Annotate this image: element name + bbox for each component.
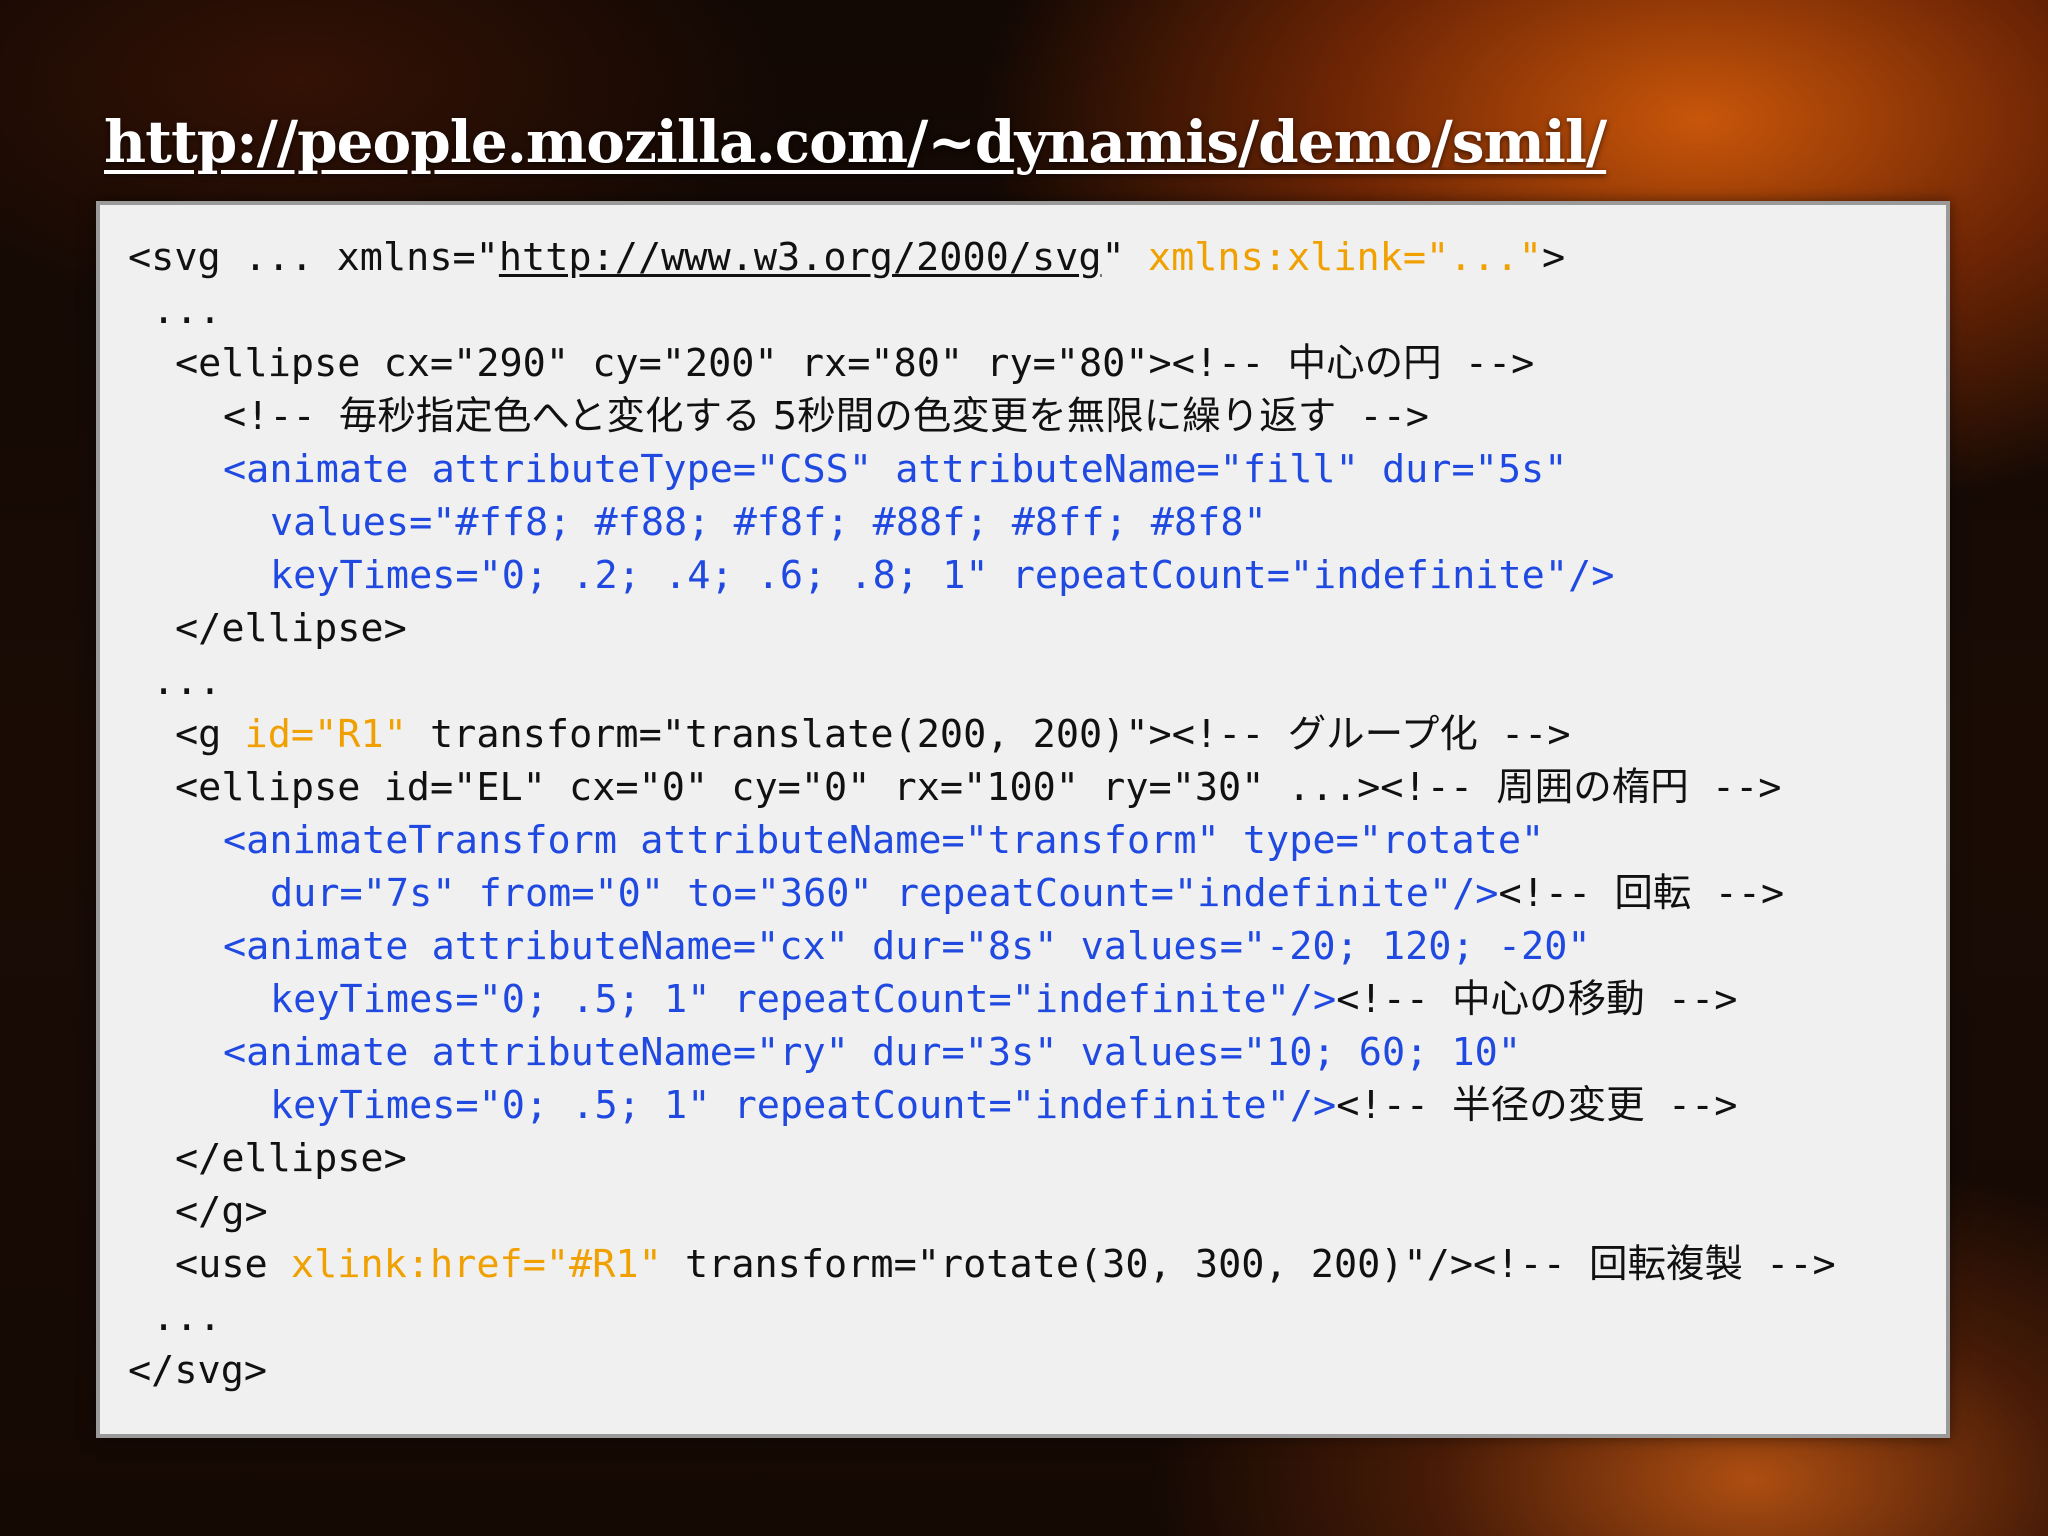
code-text: --> xyxy=(1441,341,1535,386)
code-text: transform="rotate(30, 300, 200)"/><!-- xyxy=(661,1242,1589,1287)
code-line-6: values="#ff8; #f88; #f8f; #88f; #8ff; #8… xyxy=(270,500,1267,545)
code-line-5: <animate attributeType="CSS" attributeNa… xyxy=(223,447,1568,492)
code-text: " xyxy=(1101,235,1148,280)
code-text: <!-- xyxy=(223,394,339,439)
code-text-blue: keyTimes="0; .5; 1" repeatCount="indefin… xyxy=(270,977,1337,1022)
slide-title: http://people.mozilla.com/~dynamis/demo/… xyxy=(104,108,1607,176)
code-line-9: ... xyxy=(152,659,222,704)
code-line-16: <animate attributeName="ry" dur="3s" val… xyxy=(223,1030,1522,1075)
code-line-21: ... xyxy=(152,1295,222,1340)
code-comment: 半径の変更 xyxy=(1452,1083,1645,1128)
code-text: --> xyxy=(1688,765,1782,810)
code-text: <use xyxy=(175,1242,291,1287)
code-comment: 回転 xyxy=(1614,871,1692,916)
code-text: --> xyxy=(1644,1083,1738,1128)
code-line-15: keyTimes="0; .5; 1" repeatCount="indefin… xyxy=(128,973,1946,1026)
code-text: <!-- xyxy=(1498,871,1615,916)
code-line-17: keyTimes="0; .5; 1" repeatCount="indefin… xyxy=(128,1079,1946,1132)
code-line-19: </g> xyxy=(175,1189,268,1234)
code-line-18: </ellipse> xyxy=(175,1136,407,1181)
code-text: > xyxy=(1541,235,1566,280)
code-text: <ellipse id="EL" cx="0" cy="0" rx="100" … xyxy=(175,765,1497,810)
code-line-13: dur="7s" from="0" to="360" repeatCount="… xyxy=(128,867,1946,920)
code-line-2: ... xyxy=(152,288,222,333)
code-line-22: </svg> xyxy=(128,1348,268,1393)
code-text: <svg ... xmlns=" xyxy=(128,235,499,280)
code-line-14: <animate attributeName="cx" dur="8s" val… xyxy=(223,924,1591,969)
code-line-8: </ellipse> xyxy=(175,606,407,651)
code-comment: 回転複製 xyxy=(1588,1242,1743,1287)
code-line-7: keyTimes="0; .2; .4; .6; .8; 1" repeatCo… xyxy=(270,553,1615,598)
code-comment: 中心の移動 xyxy=(1452,977,1645,1022)
code-line-1: <svg ... xmlns="http://www.w3.org/2000/s… xyxy=(128,231,1946,284)
code-line-12: <animateTransform attributeName="transfo… xyxy=(223,818,1545,863)
code-line-11: <ellipse id="EL" cx="0" cy="0" rx="100" … xyxy=(128,761,1946,814)
code-text: <!-- xyxy=(1336,977,1453,1022)
code-line-10: <g id="R1" transform="translate(200, 200… xyxy=(128,708,1946,761)
code-text: --> xyxy=(1742,1242,1836,1287)
code-line-3: <ellipse cx="290" cy="200" rx="80" ry="8… xyxy=(128,337,1946,390)
code-comment: 毎秒指定色へと変化する 5秒間の色変更を無限に繰り返す xyxy=(338,394,1337,439)
code-text: --> xyxy=(1336,394,1429,439)
code-block: <svg ... xmlns="http://www.w3.org/2000/s… xyxy=(96,201,1950,1438)
code-text: --> xyxy=(1691,871,1785,916)
code-text: --> xyxy=(1477,712,1571,757)
code-text: <ellipse cx="290" cy="200" rx="80" ry="8… xyxy=(175,341,1288,386)
code-line-20: <use xlink:href="#R1" transform="rotate(… xyxy=(128,1238,1946,1291)
code-text: <!-- xyxy=(1336,1083,1453,1128)
svg-namespace-link[interactable]: http://www.w3.org/2000/svg xyxy=(499,235,1102,280)
code-text-blue: dur="7s" from="0" to="360" repeatCount="… xyxy=(270,871,1499,916)
code-text-highlight: id="R1" xyxy=(244,712,407,757)
code-text-highlight: xlink:href="#R1" xyxy=(290,1242,662,1287)
code-comment: 周囲の楕円 xyxy=(1496,765,1689,810)
code-text-highlight: xmlns:xlink="..." xyxy=(1147,235,1542,280)
code-comment: 中心の円 xyxy=(1287,341,1442,386)
code-text-blue: keyTimes="0; .5; 1" repeatCount="indefin… xyxy=(270,1083,1337,1128)
code-text: transform="translate(200, 200)"><!-- xyxy=(406,712,1288,757)
code-comment: グループ化 xyxy=(1287,712,1478,757)
code-text: <g xyxy=(175,712,245,757)
code-line-4: <!-- 毎秒指定色へと変化する 5秒間の色変更を無限に繰り返す --> xyxy=(128,390,1946,443)
code-text: --> xyxy=(1644,977,1738,1022)
